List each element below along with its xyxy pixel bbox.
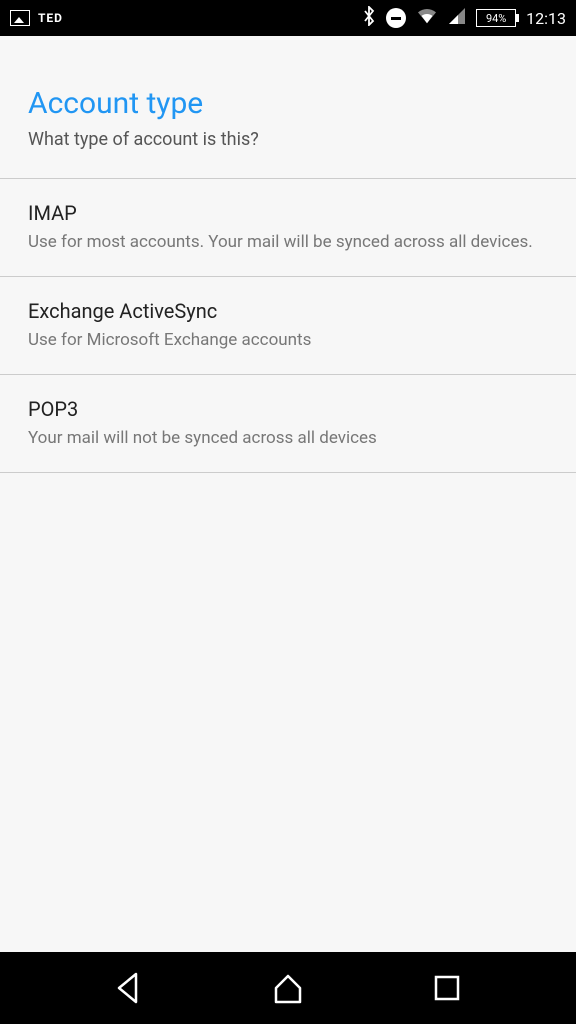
option-desc: Your mail will not be synced across all … — [28, 427, 548, 450]
option-desc: Use for most accounts. Your mail will be… — [28, 231, 548, 254]
option-title: POP3 — [28, 397, 548, 421]
clock: 12:13 — [526, 9, 566, 28]
page-header: Account type What type of account is thi… — [0, 36, 576, 178]
option-exchange[interactable]: Exchange ActiveSync Use for Microsoft Ex… — [0, 276, 576, 374]
status-bar: TED 94% 12:13 — [0, 0, 576, 36]
option-desc: Use for Microsoft Exchange accounts — [28, 329, 548, 352]
back-button[interactable] — [111, 970, 147, 1006]
cell-signal-icon — [448, 7, 466, 29]
navigation-bar — [0, 952, 576, 1024]
option-title: Exchange ActiveSync — [28, 299, 548, 323]
do-not-disturb-icon — [386, 8, 406, 28]
battery-percent: 94% — [486, 12, 506, 25]
app-notification-label: TED — [38, 11, 63, 25]
recent-apps-button[interactable] — [429, 970, 465, 1006]
option-title: IMAP — [28, 201, 548, 225]
option-pop3[interactable]: POP3 Your mail will not be synced across… — [0, 374, 576, 473]
wifi-icon — [416, 7, 438, 29]
page-subtitle: What type of account is this? — [28, 129, 548, 150]
home-button[interactable] — [270, 970, 306, 1006]
main-content: Account type What type of account is thi… — [0, 36, 576, 952]
picture-icon — [10, 10, 30, 26]
battery-indicator: 94% — [476, 9, 516, 27]
bluetooth-icon — [362, 6, 376, 30]
page-title: Account type — [28, 86, 548, 121]
option-imap[interactable]: IMAP Use for most accounts. Your mail wi… — [0, 178, 576, 276]
